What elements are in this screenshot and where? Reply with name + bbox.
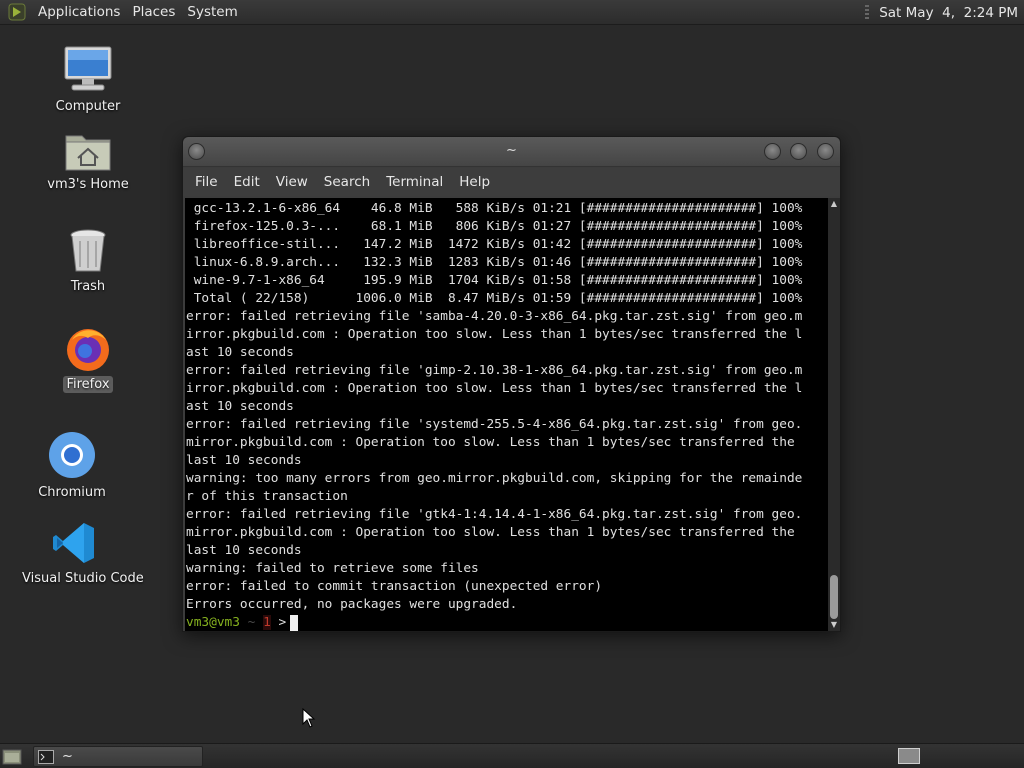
vscode-icon <box>53 523 94 563</box>
terminal-line: error: failed to commit transaction (une… <box>186 579 603 594</box>
desktop-icon-trash[interactable]: Trash <box>33 228 143 295</box>
minimize-button[interactable] <box>764 143 781 160</box>
applications-menu[interactable]: Applications <box>32 0 126 25</box>
maximize-button[interactable] <box>790 143 807 160</box>
menu-edit[interactable]: Edit <box>226 168 268 196</box>
prompt-user: vm3@vm3 <box>186 615 240 630</box>
terminal-line: warning: failed to retrieve some files <box>186 561 479 576</box>
desktop-icon-label: Computer <box>55 99 121 114</box>
home-folder-icon <box>65 135 111 171</box>
text-cursor <box>290 614 299 631</box>
taskbar-terminal-button[interactable]: ~ <box>33 746 203 767</box>
terminal-output[interactable]: gcc-13.2.1-6-x86_64 46.8 MiB 588 KiB/s 0… <box>185 198 828 631</box>
desktop-icon-vscode[interactable]: Visual Studio Code <box>19 520 144 587</box>
terminal-scrollbar[interactable]: ▲ ▼ <box>828 198 840 631</box>
terminal-line: error: failed retrieving file 'samba-4.2… <box>186 309 803 324</box>
window-title: ~ <box>506 143 517 158</box>
panel-handle <box>865 4 870 21</box>
terminal-line: linux-6.8.9.arch... 132.3 MiB 1283 KiB/s… <box>186 255 803 270</box>
terminal-line: gcc-13.2.1-6-x86_64 46.8 MiB 588 KiB/s 0… <box>186 201 803 216</box>
clock[interactable]: Sat May 4, 2:24 PM <box>879 5 1024 21</box>
menu-file[interactable]: File <box>187 168 226 196</box>
chromium-icon <box>49 432 95 478</box>
terminal-line: irror.pkgbuild.com : Operation too slow.… <box>186 327 803 342</box>
terminal-line: Total ( 22/158) 1006.0 MiB 8.47 MiB/s 01… <box>186 291 803 306</box>
terminal-line: wine-9.7-1-x86_64 195.9 MiB 1704 KiB/s 0… <box>186 273 803 288</box>
prompt-exit-status: 1 <box>263 615 271 630</box>
menu-help[interactable]: Help <box>451 168 498 196</box>
scroll-thumb[interactable] <box>830 575 838 619</box>
bottom-panel: ~ <box>0 743 1024 768</box>
terminal-line: r of this transaction <box>186 489 348 504</box>
terminal-line: firefox-125.0.3-... 68.1 MiB 806 KiB/s 0… <box>186 219 803 234</box>
desktop-icon-computer[interactable]: Computer <box>33 44 143 115</box>
show-desktop-icon[interactable] <box>2 748 22 765</box>
terminal-line: mirror.pkgbuild.com : Operation too slow… <box>186 435 795 450</box>
terminal-line: warning: too many errors from geo.mirror… <box>186 471 803 486</box>
terminal-line: error: failed retrieving file 'systemd-2… <box>186 417 803 432</box>
taskbar-task-label: ~ <box>62 749 73 764</box>
terminal-line: error: failed retrieving file 'gtk4-1:4.… <box>186 507 803 522</box>
desktop-icon-label: Firefox <box>63 376 113 393</box>
desktop-icon-label: Chromium <box>38 485 106 500</box>
terminal-window: ~ File Edit View Search Terminal Help gc… <box>182 136 841 632</box>
terminal-line: error: failed retrieving file 'gimp-2.10… <box>186 363 803 378</box>
distro-logo-icon[interactable] <box>8 3 26 21</box>
terminal-line: last 10 seconds <box>186 453 302 468</box>
firefox-icon <box>67 329 109 371</box>
desktop-icon-firefox[interactable]: Firefox <box>33 326 143 393</box>
menu-search[interactable]: Search <box>316 168 378 196</box>
system-menu[interactable]: System <box>181 0 243 25</box>
desktop-icon-label: vm3's Home <box>47 177 129 192</box>
terminal-line: irror.pkgbuild.com : Operation too slow.… <box>186 381 803 396</box>
window-titlebar[interactable]: ~ <box>183 137 840 167</box>
desktop-icon-home[interactable]: vm3's Home <box>33 128 143 193</box>
workspace-switcher[interactable] <box>898 748 920 764</box>
clock-area: Sat May 4, 2:24 PM <box>865 0 1024 25</box>
trash-icon <box>70 229 106 272</box>
mouse-pointer-icon <box>302 708 316 728</box>
terminal-icon <box>38 749 54 764</box>
prompt-arrow: > <box>278 615 287 630</box>
scroll-down-icon[interactable]: ▼ <box>828 619 840 631</box>
prompt-path: ~ <box>247 615 256 630</box>
terminal-line: ast 10 seconds <box>186 399 294 414</box>
terminal-line: mirror.pkgbuild.com : Operation too slow… <box>186 525 795 540</box>
desktop-icon-label: Visual Studio Code <box>22 571 144 586</box>
shell-prompt[interactable]: vm3@vm3 ~ 1 > <box>185 614 828 631</box>
menu-view[interactable]: View <box>268 168 316 196</box>
terminal-line: libreoffice-stil... 147.2 MiB 1472 KiB/s… <box>186 237 803 252</box>
terminal-line: ast 10 seconds <box>186 345 294 360</box>
computer-icon <box>64 46 112 91</box>
terminal-line: Errors occurred, no packages were upgrad… <box>186 597 518 612</box>
scroll-up-icon[interactable]: ▲ <box>828 198 840 210</box>
terminal-line: last 10 seconds <box>186 543 302 558</box>
top-panel: Applications Places System Sat May 4, 2:… <box>0 0 1024 25</box>
places-menu[interactable]: Places <box>126 0 181 25</box>
desktop-icon-chromium[interactable]: Chromium <box>17 430 127 501</box>
menu-terminal[interactable]: Terminal <box>378 168 451 196</box>
close-button[interactable] <box>817 143 834 160</box>
desktop-icon-label: Trash <box>70 279 106 294</box>
terminal-menubar: File Edit View Search Terminal Help <box>183 168 840 196</box>
